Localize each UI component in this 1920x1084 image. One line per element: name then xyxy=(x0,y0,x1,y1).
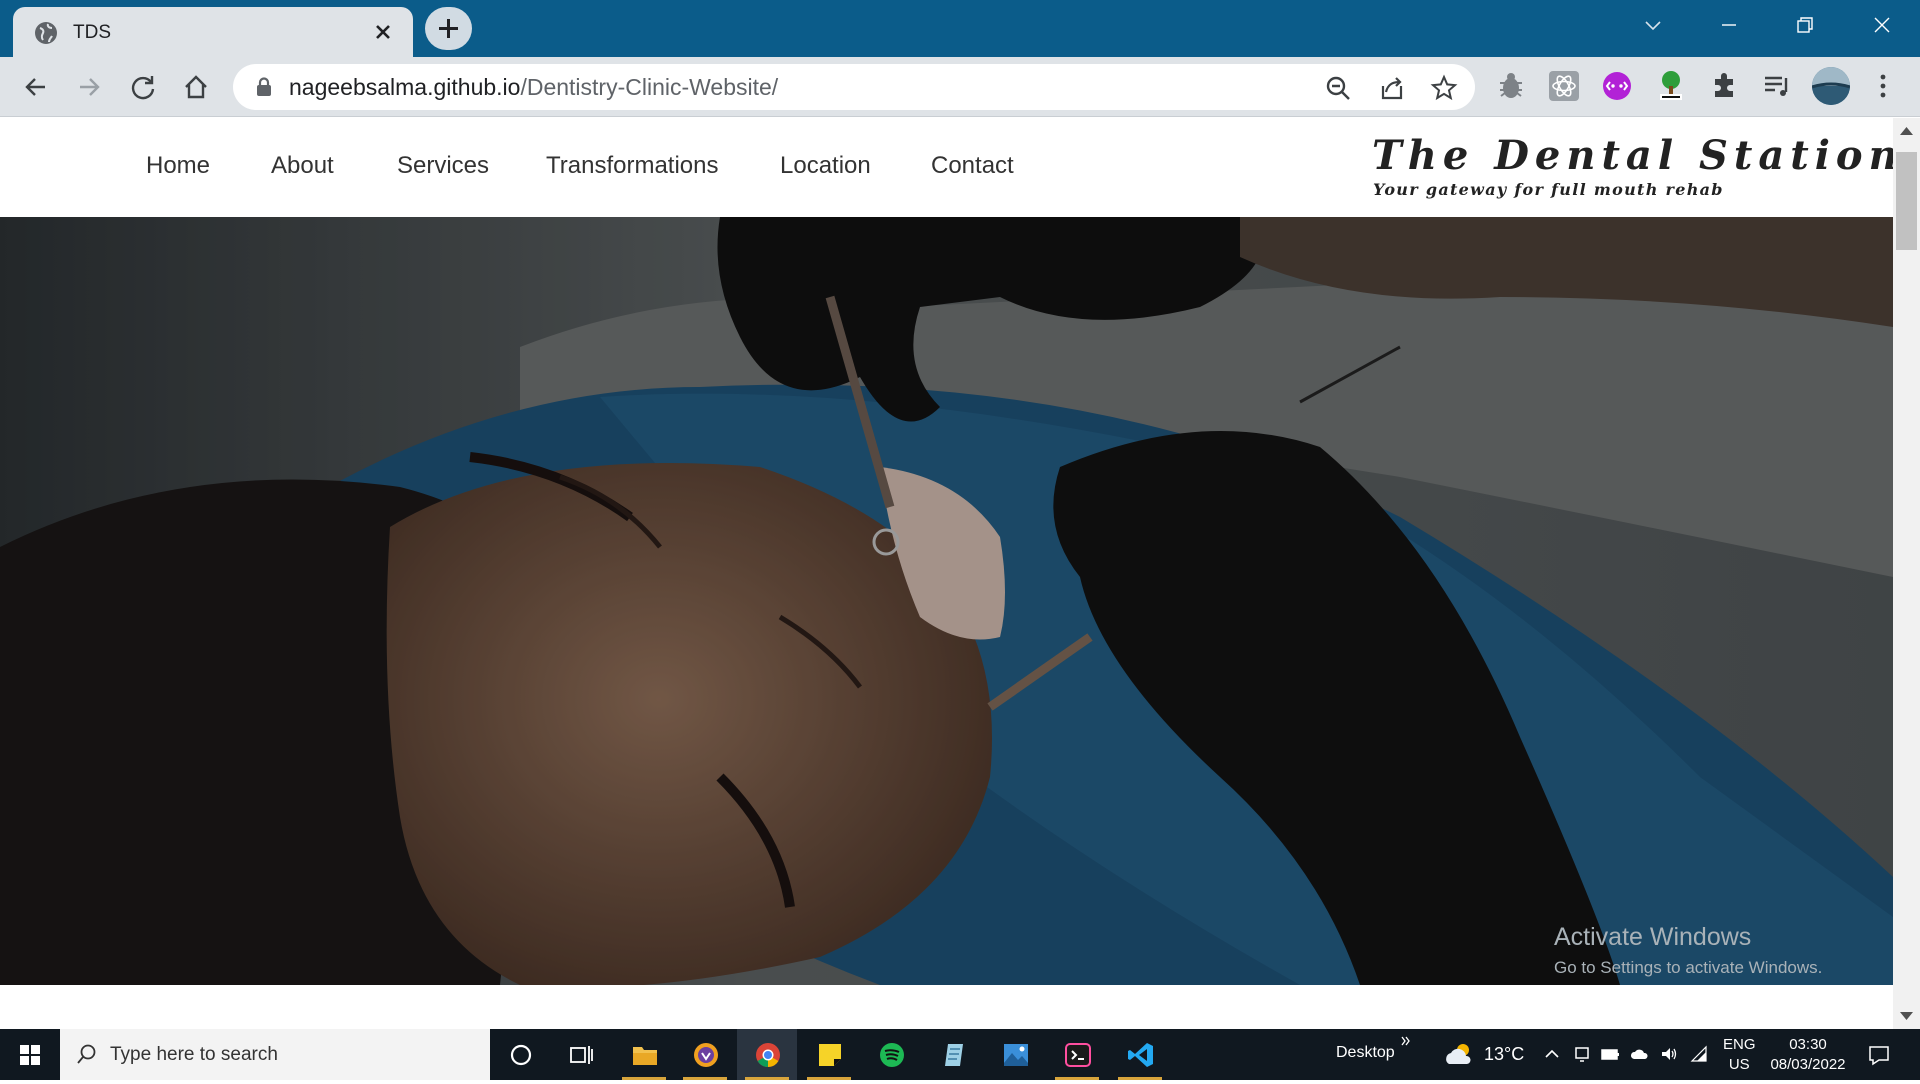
taskbar-file-explorer[interactable] xyxy=(614,1029,674,1080)
activate-windows-title: Activate Windows xyxy=(1554,923,1752,951)
react-devtools-icon[interactable] xyxy=(1547,69,1581,103)
double-chevron-icon[interactable] xyxy=(1400,1035,1412,1047)
nav-contact[interactable]: Contact xyxy=(931,152,1014,180)
weather-cloud-sun-icon[interactable] xyxy=(1443,1040,1477,1068)
page-scrollbar[interactable] xyxy=(1893,118,1920,1029)
nav-home[interactable]: Home xyxy=(146,152,210,180)
chrome-icon xyxy=(756,1043,780,1067)
battery-icon[interactable] xyxy=(1600,1044,1620,1064)
activate-windows-watermark: Activate Windows Go to Settings to activ… xyxy=(1554,923,1822,978)
bug-extension-icon[interactable] xyxy=(1494,69,1528,103)
avatar-image xyxy=(1812,67,1850,105)
terminal-icon xyxy=(1065,1043,1091,1067)
taskbar-terminal[interactable] xyxy=(1047,1029,1107,1080)
brand-tagline: Your gateway for full mouth rehab xyxy=(1373,180,1724,199)
brave-browser-icon xyxy=(694,1043,718,1067)
taskbar-sticky-notes[interactable] xyxy=(799,1029,859,1080)
taskbar-brave[interactable] xyxy=(675,1029,735,1080)
notepad-icon xyxy=(945,1044,963,1066)
notifications-icon[interactable] xyxy=(1867,1043,1891,1067)
globe-icon xyxy=(35,22,57,44)
keyboard-layout: US xyxy=(1728,1056,1750,1073)
url-path: /Dentistry-Clinic-Website/ xyxy=(520,74,779,100)
site-navbar: Home About Services Transformations Loca… xyxy=(0,118,1893,217)
back-icon[interactable] xyxy=(20,71,52,103)
cortana-circle-icon xyxy=(510,1044,532,1066)
web-page: Home About Services Transformations Loca… xyxy=(0,118,1893,1029)
taskbar-spotify[interactable] xyxy=(861,1029,921,1080)
photos-icon xyxy=(1004,1044,1028,1066)
forward-icon[interactable] xyxy=(73,71,105,103)
folder-icon xyxy=(633,1047,657,1065)
purple-extension-icon[interactable] xyxy=(1600,69,1634,103)
taskbar-notepad[interactable] xyxy=(923,1029,983,1080)
input-language[interactable]: ENG US xyxy=(1723,1035,1756,1075)
share-icon[interactable] xyxy=(1378,74,1406,102)
reload-icon[interactable] xyxy=(127,71,159,103)
tab-title: TDS xyxy=(73,22,111,43)
wifi-icon[interactable] xyxy=(1689,1044,1709,1064)
desktop-toolbar-label[interactable]: Desktop xyxy=(1336,1044,1395,1062)
url-text[interactable]: nageebsalma.github.io/Dentistry-Clinic-W… xyxy=(289,74,778,101)
show-hidden-icons-chevron-icon[interactable] xyxy=(1542,1044,1562,1064)
home-icon[interactable] xyxy=(180,71,212,103)
cortana-button[interactable] xyxy=(490,1029,550,1080)
spotify-icon xyxy=(880,1043,904,1067)
plus-icon xyxy=(439,19,458,38)
task-view-button[interactable] xyxy=(550,1029,610,1080)
close-window-icon[interactable] xyxy=(1867,10,1897,40)
system-clock[interactable]: 03:30 08/03/2022 xyxy=(1766,1035,1850,1075)
vscode-icon xyxy=(1128,1043,1153,1067)
windows-taskbar: Type here to search Desktop 13°C ENG US … xyxy=(0,1029,1920,1080)
volume-icon[interactable] xyxy=(1659,1044,1679,1064)
close-tab-icon[interactable] xyxy=(372,21,394,43)
scrollbar-thumb[interactable] xyxy=(1896,152,1917,250)
brand-title: The Dental Station xyxy=(1372,132,1893,179)
bookmark-star-icon[interactable] xyxy=(1430,74,1458,102)
task-view-icon xyxy=(570,1046,593,1064)
address-bar[interactable]: nageebsalma.github.io/Dentistry-Clinic-W… xyxy=(233,64,1475,110)
nav-services[interactable]: Services xyxy=(397,152,489,180)
zoom-icon[interactable] xyxy=(1324,74,1352,102)
hero-image xyxy=(0,217,1893,985)
scroll-up-arrow-icon[interactable] xyxy=(1899,126,1914,136)
device-tray-icon[interactable] xyxy=(1572,1044,1592,1064)
windows-logo-icon xyxy=(20,1045,40,1065)
start-button[interactable] xyxy=(0,1029,60,1080)
taskbar-chrome[interactable] xyxy=(737,1029,797,1080)
browser-tab[interactable]: TDS xyxy=(13,7,413,57)
minimize-icon[interactable] xyxy=(1714,10,1744,40)
profile-avatar[interactable] xyxy=(1812,67,1850,105)
clock-date: 08/03/2022 xyxy=(1770,1056,1846,1073)
nav-transformations[interactable]: Transformations xyxy=(546,152,719,180)
language-code: ENG xyxy=(1723,1036,1756,1053)
media-queue-icon[interactable] xyxy=(1760,69,1794,103)
nav-about[interactable]: About xyxy=(271,152,334,180)
dental-procedure-photo xyxy=(0,217,1893,985)
scroll-down-arrow-icon[interactable] xyxy=(1899,1011,1914,1021)
taskbar-vscode[interactable] xyxy=(1110,1029,1170,1080)
sticky-notes-icon xyxy=(819,1044,841,1066)
nav-location[interactable]: Location xyxy=(780,152,871,180)
search-icon xyxy=(77,1044,96,1064)
browser-titlebar: TDS xyxy=(0,0,1920,57)
extensions-puzzle-icon[interactable] xyxy=(1707,69,1741,103)
url-host: nageebsalma.github.io xyxy=(289,74,521,100)
clock-time: 03:30 xyxy=(1789,1036,1827,1053)
new-tab-button[interactable] xyxy=(425,7,472,50)
activate-windows-subtitle: Go to Settings to activate Windows. xyxy=(1554,958,1823,977)
restore-icon[interactable] xyxy=(1790,10,1820,40)
onedrive-cloud-icon[interactable] xyxy=(1630,1044,1650,1064)
tab-search-chevron-icon[interactable] xyxy=(1638,10,1668,40)
html-tree-extension-icon[interactable] xyxy=(1654,69,1688,103)
taskbar-photos[interactable] xyxy=(985,1029,1045,1080)
search-placeholder: Type here to search xyxy=(110,1044,278,1065)
browser-menu-icon[interactable] xyxy=(1866,69,1900,103)
taskbar-search-box[interactable]: Type here to search xyxy=(60,1029,490,1080)
lock-icon[interactable] xyxy=(255,77,273,97)
weather-temperature[interactable]: 13°C xyxy=(1484,1044,1524,1065)
browser-toolbar: nageebsalma.github.io/Dentistry-Clinic-W… xyxy=(0,57,1920,117)
